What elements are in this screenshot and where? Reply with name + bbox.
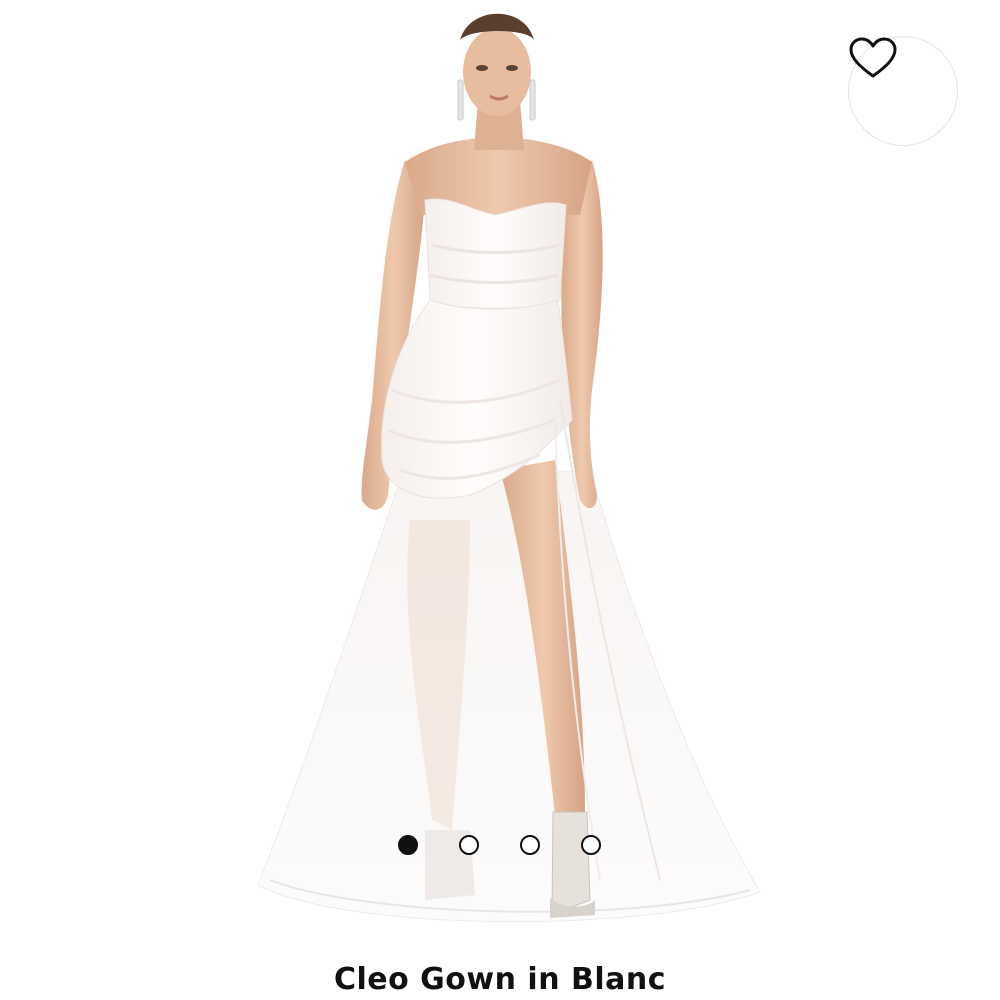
product-page: Cleo Gown in Blanc [0,0,1000,1000]
carousel-dot-2[interactable] [459,835,479,855]
carousel-dot-1[interactable] [398,835,418,855]
heart-outline-icon [849,37,897,78]
carousel-dot-4[interactable] [581,835,601,855]
product-image[interactable] [0,0,1000,945]
product-title: Cleo Gown in Blanc [333,962,667,997]
carousel-dot-3[interactable] [520,835,540,855]
carousel-pagination [398,834,601,856]
product-photo [257,13,761,923]
favorite-button[interactable] [848,36,958,146]
